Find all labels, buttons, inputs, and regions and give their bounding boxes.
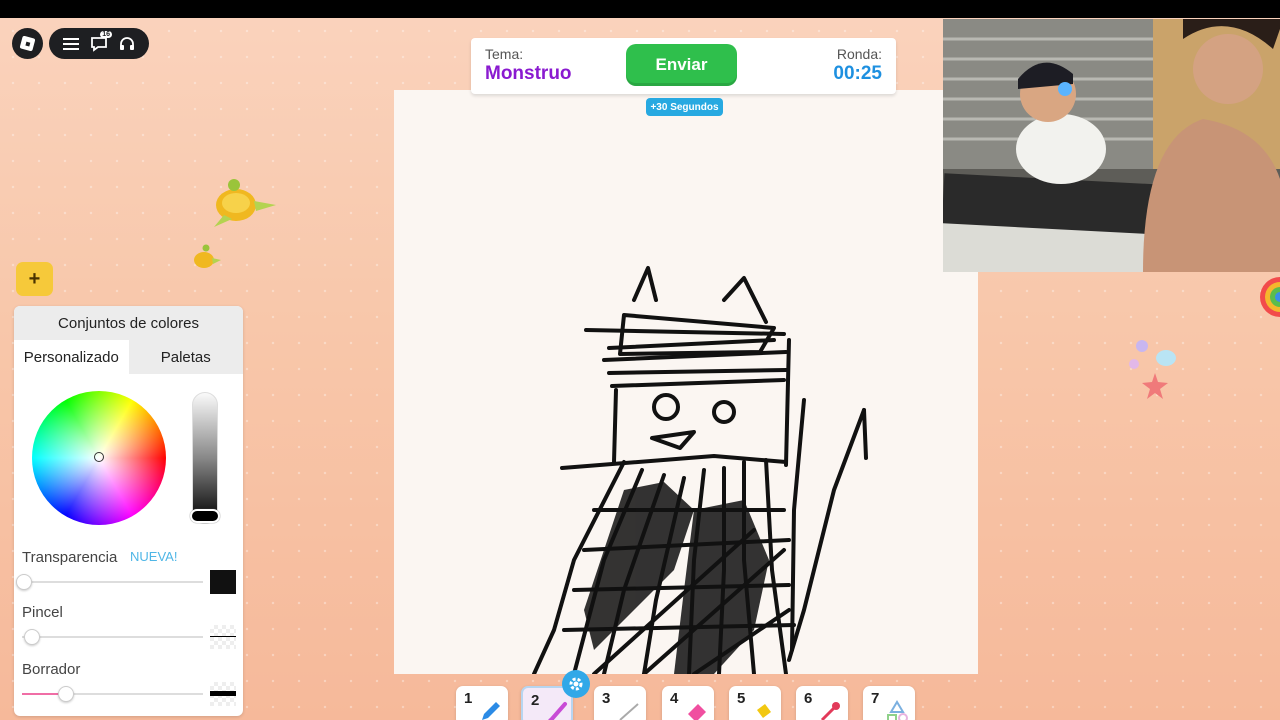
tool-eyedropper[interactable]: 6 bbox=[796, 686, 848, 720]
monster-drawing bbox=[532, 266, 868, 676]
brush-settings-button[interactable] bbox=[562, 670, 590, 698]
tab-custom[interactable]: Personalizado bbox=[14, 340, 129, 374]
current-color-swatch[interactable] bbox=[210, 570, 236, 594]
tab-palettes[interactable]: Paletas bbox=[128, 340, 243, 374]
tool-number: 1 bbox=[464, 690, 473, 707]
tool-number: 6 bbox=[804, 690, 813, 707]
webcam-overlay bbox=[943, 19, 1280, 272]
brush-preview bbox=[210, 625, 236, 649]
round-label: Ronda: bbox=[836, 46, 882, 62]
chat-icon[interactable]: 16 bbox=[89, 30, 112, 54]
tool-shapes[interactable]: 7 bbox=[863, 686, 915, 720]
eraser-size-track[interactable] bbox=[22, 693, 203, 695]
brush-size-track[interactable] bbox=[22, 636, 203, 638]
headset-icon[interactable] bbox=[117, 34, 137, 54]
tool-number: 3 bbox=[602, 690, 611, 707]
transparency-track[interactable] bbox=[22, 581, 203, 583]
color-wheel-knob[interactable] bbox=[94, 452, 104, 462]
transparency-label: Transparencia bbox=[22, 549, 118, 566]
drawing-canvas[interactable] bbox=[394, 90, 978, 676]
eraser-icon bbox=[688, 704, 706, 720]
add-button-label: + bbox=[28, 267, 41, 290]
top-menu-pill: 16 bbox=[49, 28, 149, 59]
tool-number: 2 bbox=[531, 692, 540, 709]
round-timer: 00:25 bbox=[833, 63, 882, 84]
roblox-logo-icon bbox=[19, 35, 36, 52]
turtle-decoration-icon bbox=[214, 179, 276, 227]
color-panel: Conjuntos de colores Personalizado Palet… bbox=[14, 306, 243, 716]
tool-eraser[interactable]: 4 bbox=[662, 686, 714, 720]
tool-line[interactable]: 3 bbox=[594, 686, 646, 720]
line-icon bbox=[619, 703, 639, 720]
brush-size-label: Pincel bbox=[22, 604, 63, 621]
eraser-preview bbox=[210, 682, 236, 706]
chat-badge: 16 bbox=[100, 30, 112, 38]
add-button[interactable]: + bbox=[16, 262, 53, 296]
small-turtle-decoration-icon bbox=[194, 244, 221, 268]
tool-fill[interactable]: 5 bbox=[729, 686, 781, 720]
color-panel-tabs: Personalizado Paletas bbox=[14, 340, 243, 374]
tool-number: 5 bbox=[737, 690, 746, 707]
shapes-icon bbox=[887, 700, 908, 720]
new-badge: NUEVA! bbox=[130, 549, 178, 564]
eyedropper-icon bbox=[820, 702, 840, 720]
transparency-thumb[interactable] bbox=[16, 574, 32, 590]
topic-label: Tema: bbox=[485, 46, 524, 62]
brightness-slider-knob[interactable] bbox=[190, 509, 220, 523]
send-button[interactable]: Enviar bbox=[626, 44, 737, 86]
round-header: Tema: Monstruo Enviar Ronda: 00:25 bbox=[471, 38, 896, 94]
tool-number: 4 bbox=[670, 690, 679, 707]
eraser-size-thumb[interactable] bbox=[58, 686, 74, 702]
topic-value: Monstruo bbox=[485, 63, 572, 84]
hamburger-menu-icon[interactable] bbox=[61, 34, 81, 54]
tool-number: 7 bbox=[871, 690, 880, 707]
brush-size-thumb[interactable] bbox=[24, 629, 40, 645]
eraser-size-label: Borrador bbox=[22, 661, 81, 678]
gear-icon bbox=[569, 677, 583, 691]
brush-icon bbox=[548, 702, 567, 720]
color-panel-title: Conjuntos de colores bbox=[14, 306, 243, 340]
roblox-menu-button[interactable] bbox=[12, 28, 43, 59]
tool-pencil[interactable]: 1 bbox=[456, 686, 508, 720]
bucket-icon bbox=[757, 704, 771, 718]
star-decoration-icon bbox=[1129, 340, 1176, 399]
brightness-slider[interactable] bbox=[192, 392, 218, 524]
add-time-button[interactable]: +30 Segundos bbox=[646, 98, 723, 116]
top-black-bar bbox=[0, 0, 1280, 18]
pencil-icon bbox=[482, 702, 500, 720]
rainbow-decoration-icon bbox=[1260, 277, 1280, 317]
webcam-image bbox=[943, 19, 1280, 272]
